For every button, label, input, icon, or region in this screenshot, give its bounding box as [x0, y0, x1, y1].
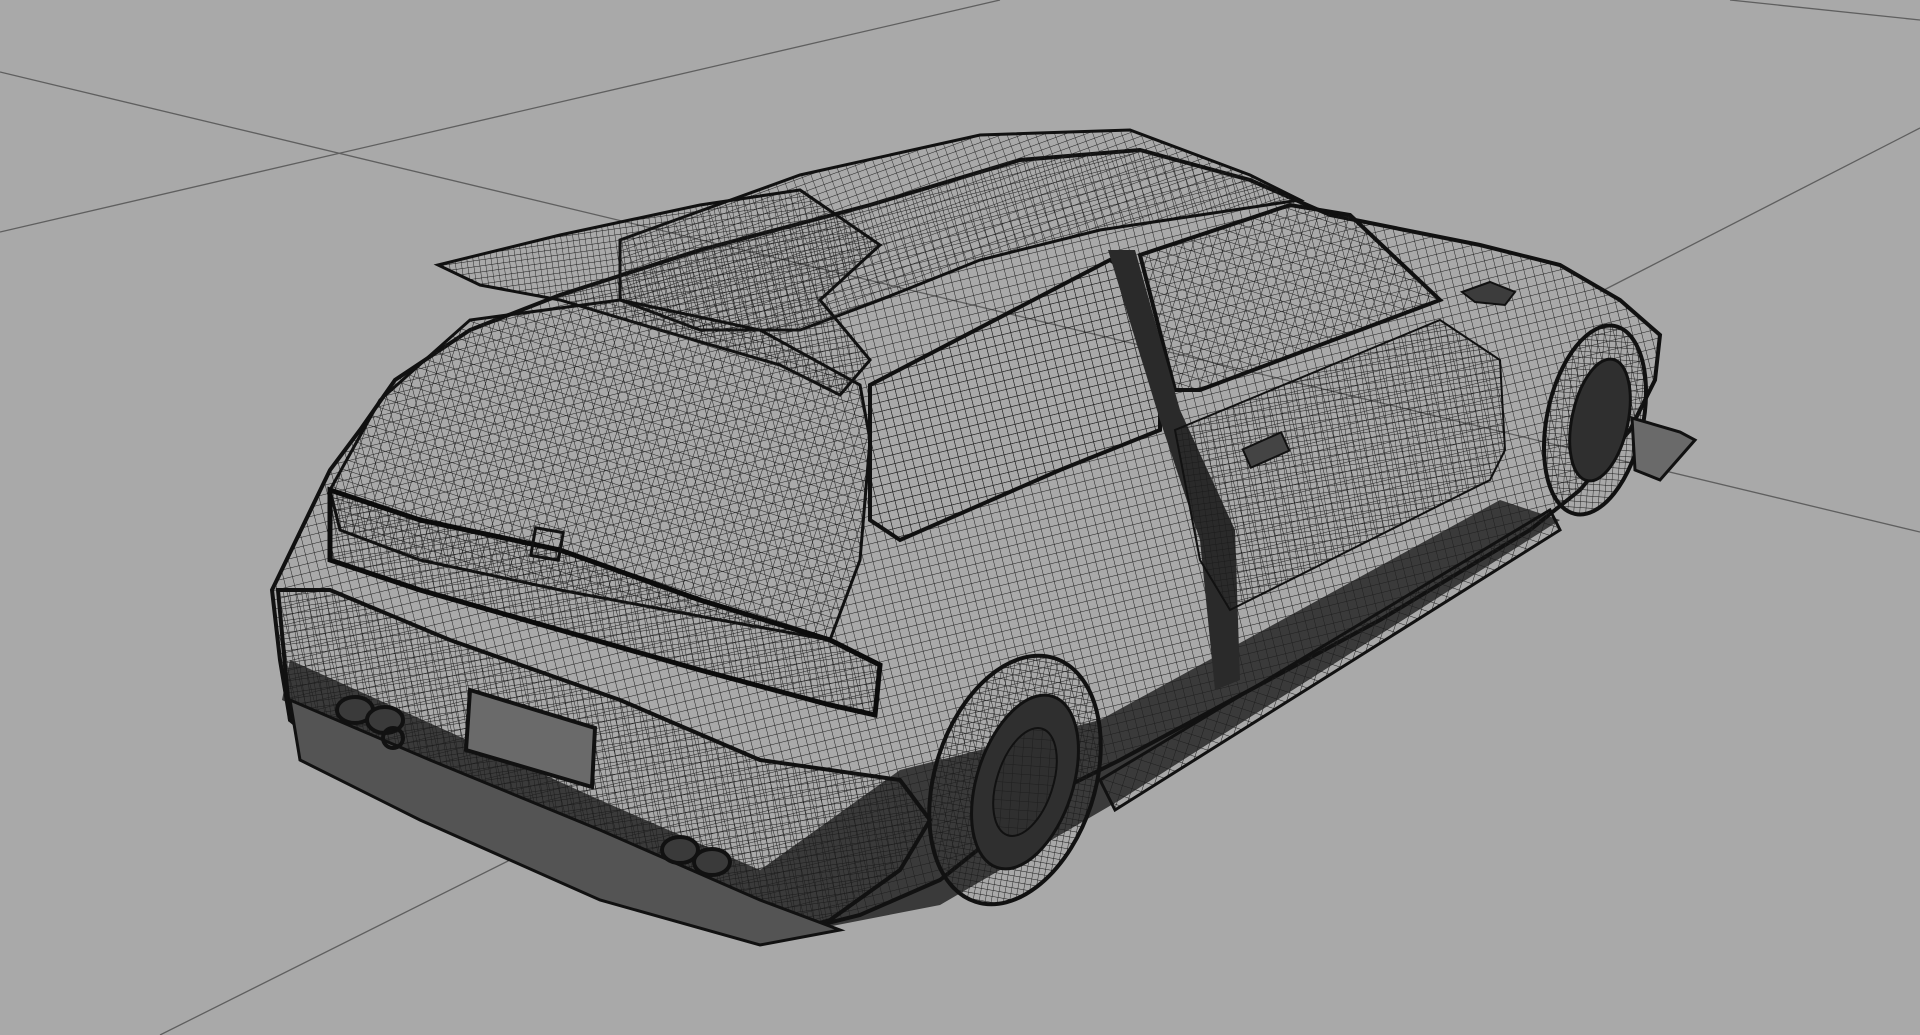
viewport-canvas[interactable]: [0, 0, 1920, 1035]
front-splitter: [1630, 415, 1698, 482]
3d-viewport[interactable]: [0, 0, 1920, 1035]
car-model[interactable]: [269, 128, 1698, 947]
